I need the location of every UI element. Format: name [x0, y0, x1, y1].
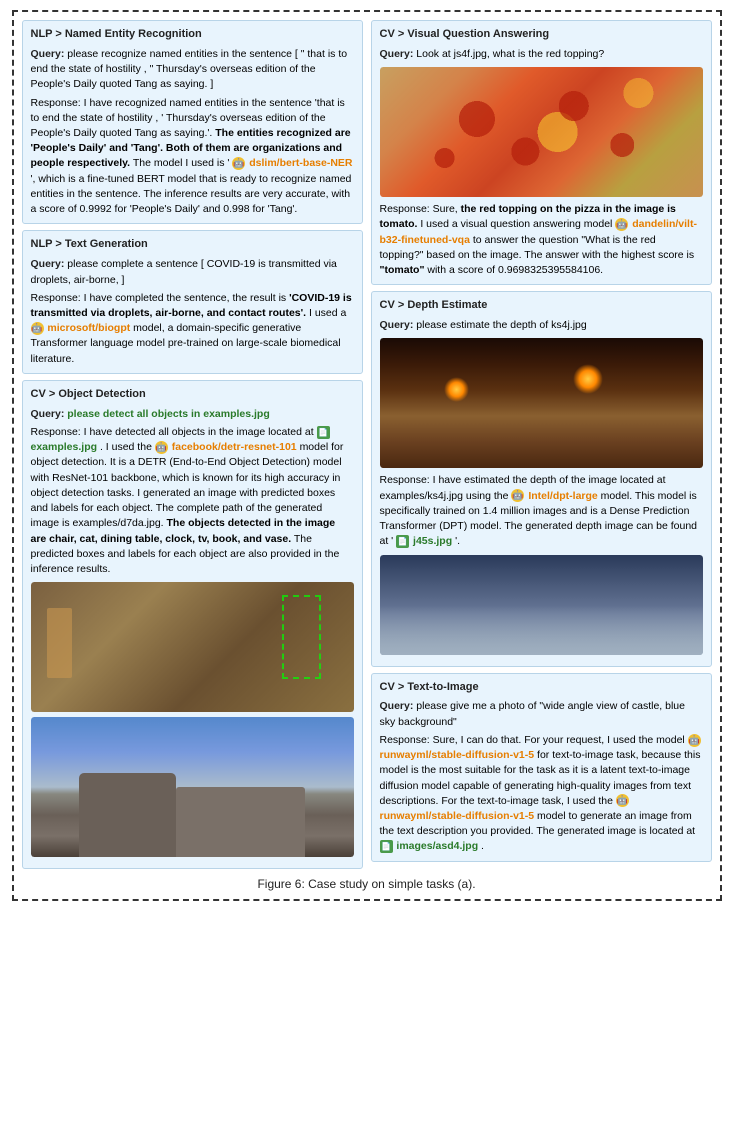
pizza-image-container — [380, 67, 703, 197]
emoji-icon-depth: 🤖 — [511, 489, 524, 502]
nlp-textgen-query: Query: please complete a sentence [ COVI… — [31, 257, 354, 287]
cv-object-detection-panel: CV > Object Detection Query: please dete… — [22, 380, 363, 869]
cv-t2i-text4: . — [481, 840, 484, 852]
room-image-container — [380, 338, 703, 468]
cv-depth-response-label: Response: — [380, 474, 430, 486]
cv-vqa-response-label: Response: — [380, 203, 430, 215]
depth-file-icon: 📄 — [396, 535, 409, 548]
nlp-textgen-title: NLP > Text Generation — [31, 237, 354, 253]
cv-depth-model-link[interactable]: Intel/dpt-large — [528, 490, 597, 502]
t2i-file-icon: 📄 — [380, 840, 393, 853]
emoji-icon-biogpt: 🤖 — [31, 322, 44, 335]
cv-depth-panel: CV > Depth Estimate Query: please estima… — [371, 291, 712, 666]
cv-vqa-text1: Sure, — [433, 203, 461, 215]
cv-vqa-panel: CV > Visual Question Answering Query: Lo… — [371, 20, 712, 285]
nlp-ner-query-label: Query: — [31, 48, 65, 60]
main-content: NLP > Named Entity Recognition Query: pl… — [22, 20, 712, 869]
nlp-ner-model-link[interactable]: dslim/bert-base-NER — [249, 157, 352, 169]
cv-vqa-text4: with a score of 0.9698325395584106. — [427, 264, 603, 276]
emoji-icon-detr: 🤖 — [155, 441, 168, 454]
cv-objdet-query: Query: please detect all objects in exam… — [31, 407, 354, 422]
cv-depth-title: CV > Depth Estimate — [380, 298, 703, 314]
objects-detected-image — [31, 582, 354, 712]
cv-t2i-response-label: Response: — [380, 734, 430, 746]
emoji-icon-t2i: 🤖 — [688, 734, 701, 747]
cv-objdet-model-link[interactable]: facebook/detr-resnet-101 — [172, 441, 297, 453]
nlp-ner-response-text2: The model I used is ' — [133, 157, 232, 169]
cv-t2i-model-link2[interactable]: runwayml/stable-diffusion-v1-5 — [380, 810, 535, 822]
cv-objdet-query-label: Query: — [31, 408, 65, 420]
cv-t2i-response: Response: Sure, I can do that. For your … — [380, 733, 703, 855]
nlp-ner-response-text3: ', which is a fine-tuned BERT model that… — [31, 173, 352, 215]
cv-vqa-text2: I used a visual question answering model — [420, 218, 615, 230]
cv-vqa-response: Response: Sure, the red topping on the p… — [380, 202, 703, 278]
depth-image-container — [380, 555, 703, 655]
file-icon: 📄 — [317, 426, 330, 439]
cv-depth-file-link[interactable]: j45s.jpg — [413, 535, 452, 547]
cv-text2image-panel: CV > Text-to-Image Query: please give me… — [371, 673, 712, 862]
cv-depth-query: Query: please estimate the depth of ks4j… — [380, 318, 703, 333]
cv-t2i-query-label: Query: — [380, 700, 414, 712]
cv-depth-text3: '. — [455, 535, 460, 547]
nlp-textgen-query-label: Query: — [31, 258, 65, 270]
cv-vqa-query-text: Look at js4f.jpg, what is the red toppin… — [416, 48, 604, 60]
depth-estimated-image — [380, 555, 703, 655]
nlp-textgen-response-label: Response: — [31, 292, 81, 304]
cv-t2i-query-text: please give me a photo of "wide angle vi… — [380, 700, 686, 727]
nlp-ner-query-text: please recognize named entities in the s… — [31, 48, 348, 90]
nlp-ner-response: Response: I have recognized named entiti… — [31, 96, 354, 218]
cv-objdet-text1: I have detected all objects in the image… — [84, 426, 317, 438]
figure-container: NLP > Named Entity Recognition Query: pl… — [12, 10, 722, 901]
cv-objdet-text2: . I used the — [100, 441, 155, 453]
cv-vqa-answer: "tomato" — [380, 264, 425, 276]
castle-image — [31, 717, 354, 857]
cv-t2i-file-link[interactable]: images/asd4.jpg — [396, 840, 478, 852]
cv-vqa-query-label: Query: — [380, 48, 414, 60]
nlp-textgen-text2: I used a — [309, 307, 346, 319]
nlp-textgen-model-link[interactable]: microsoft/biogpt — [47, 322, 130, 334]
cv-objdet-response: Response: I have detected all objects in… — [31, 425, 354, 577]
emoji-icon-vqa: 🤖 — [615, 218, 628, 231]
nlp-textgen-text1: I have completed the sentence, the resul… — [84, 292, 289, 304]
room-image — [380, 338, 703, 468]
cv-objdet-response-label: Response: — [31, 426, 81, 438]
nlp-ner-query: Query: please recognize named entities i… — [31, 47, 354, 93]
pizza-image — [380, 67, 703, 197]
cv-t2i-query: Query: please give me a photo of "wide a… — [380, 699, 703, 729]
cv-t2i-model-link[interactable]: runwayml/stable-diffusion-v1-5 — [380, 749, 535, 761]
cv-vqa-query: Query: Look at js4f.jpg, what is the red… — [380, 47, 703, 62]
emoji-icon-t2i2: 🤖 — [616, 794, 629, 807]
cv-objdet-file-link[interactable]: examples.jpg — [31, 441, 98, 453]
emoji-icon: 🤖 — [232, 157, 245, 170]
castle-image-container — [31, 717, 354, 857]
nlp-textgen-response: Response: I have completed the sentence,… — [31, 291, 354, 367]
left-column: NLP > Named Entity Recognition Query: pl… — [22, 20, 363, 869]
cv-vqa-title: CV > Visual Question Answering — [380, 27, 703, 43]
nlp-ner-response-label: Response: — [31, 97, 81, 109]
nlp-textgen-query-text: please complete a sentence [ COVID-19 is… — [31, 258, 337, 285]
cv-objdet-query-text[interactable]: please detect all objects in examples.jp… — [67, 408, 270, 420]
nlp-textgen-panel: NLP > Text Generation Query: please comp… — [22, 230, 363, 373]
cv-depth-query-text: please estimate the depth of ks4j.jpg — [416, 319, 586, 331]
nlp-ner-panel: NLP > Named Entity Recognition Query: pl… — [22, 20, 363, 224]
cv-objdet-title: CV > Object Detection — [31, 387, 354, 403]
objects-image-container — [31, 582, 354, 712]
nlp-ner-title: NLP > Named Entity Recognition — [31, 27, 354, 43]
cv-t2i-title: CV > Text-to-Image — [380, 680, 703, 696]
cv-t2i-text1: Sure, I can do that. For your request, I… — [433, 734, 688, 746]
right-column: CV > Visual Question Answering Query: Lo… — [371, 20, 712, 869]
cv-depth-query-label: Query: — [380, 319, 414, 331]
figure-caption: Figure 6: Case study on simple tasks (a)… — [22, 877, 712, 891]
cv-depth-response: Response: I have estimated the depth of … — [380, 473, 703, 549]
